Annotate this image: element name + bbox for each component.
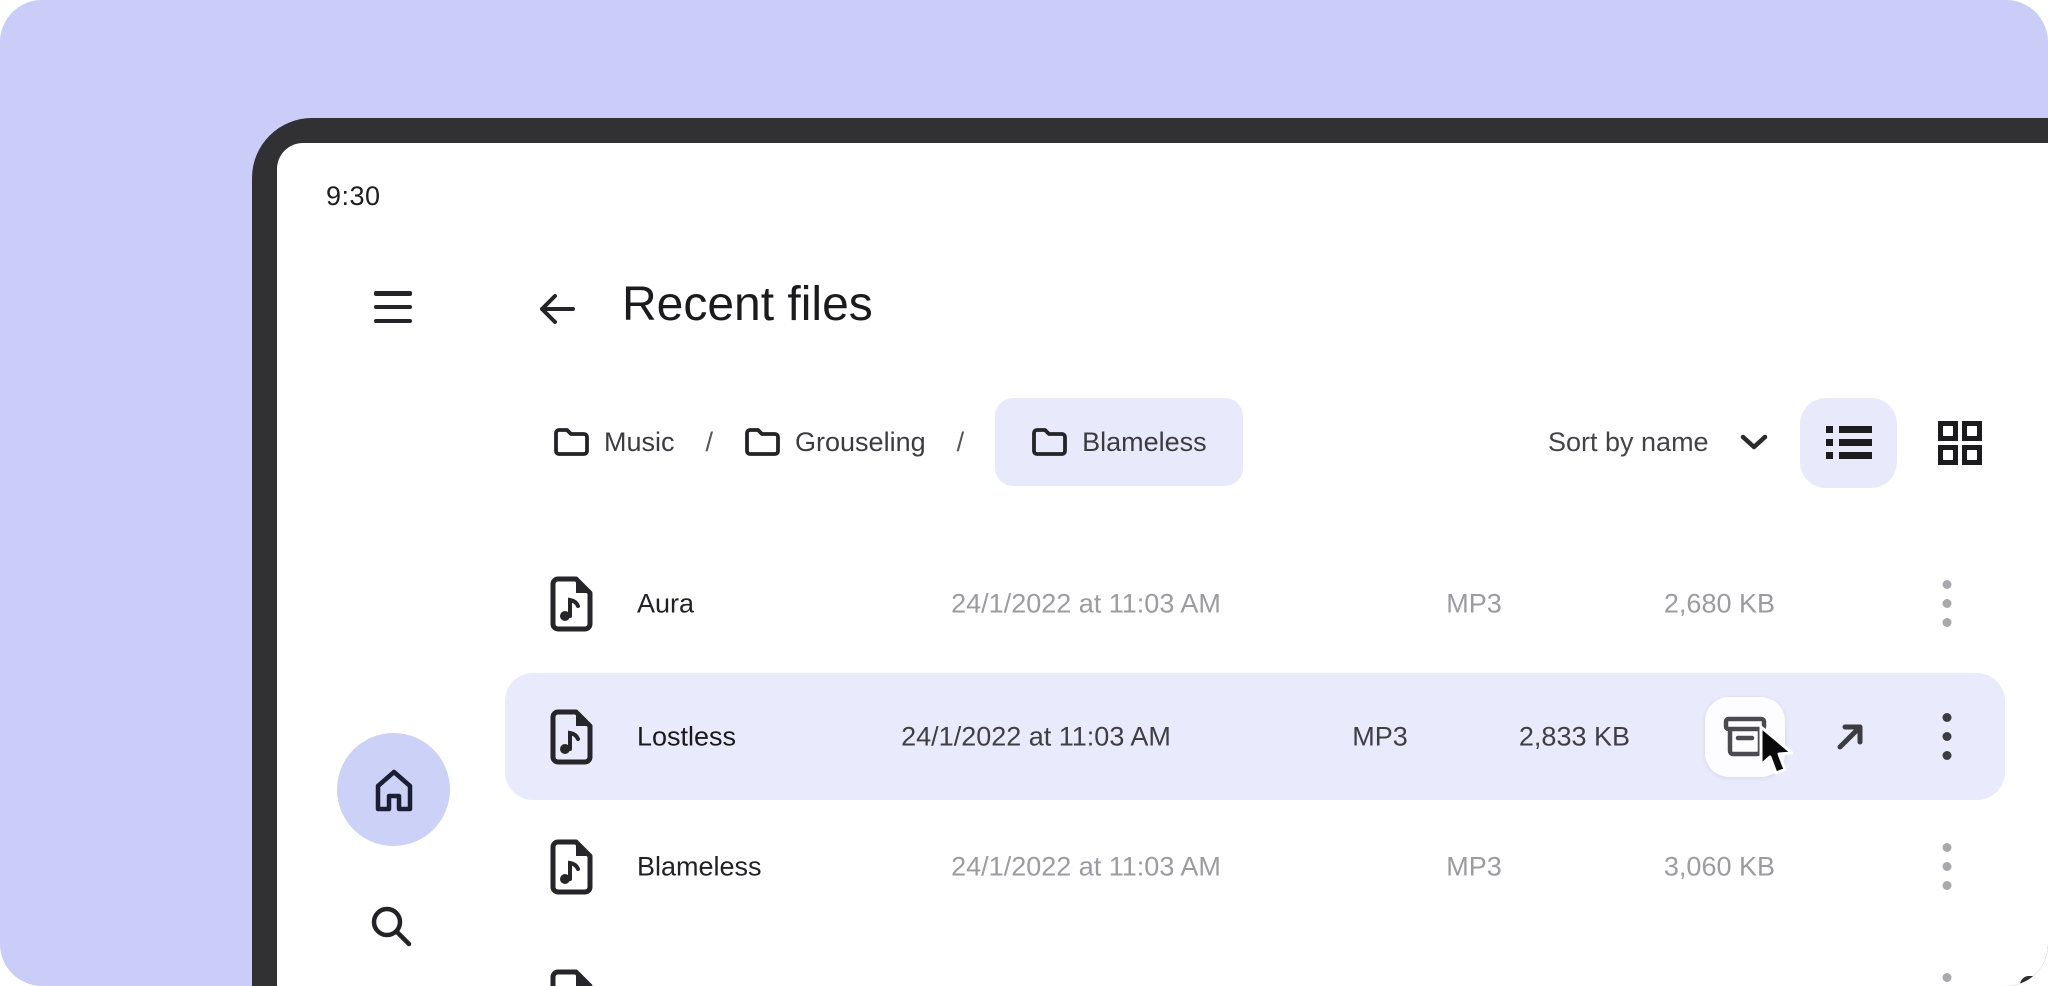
back-arrow-icon bbox=[535, 287, 579, 331]
nav-search-button[interactable] bbox=[368, 903, 414, 949]
list-view-icon bbox=[1826, 424, 1872, 462]
bottom-right-partial-element bbox=[2020, 976, 2048, 986]
file-row[interactable]: Back the fut 24/1/2022 at 11:03 AM MP3 2… bbox=[277, 932, 2048, 986]
file-size: 2,833 KB bbox=[1519, 721, 1630, 752]
breadcrumb-item-music[interactable]: Music bbox=[553, 427, 675, 458]
nav-home-button[interactable] bbox=[337, 733, 450, 846]
folder-icon bbox=[744, 427, 780, 457]
breadcrumb-separator: / bbox=[706, 427, 714, 458]
file-type: MP3 bbox=[1446, 982, 1502, 986]
open-file-button[interactable] bbox=[1828, 715, 1872, 759]
page-background: 9:30 Recent files Music / Grouseling / Blame… bbox=[0, 0, 2048, 986]
kebab-menu-icon[interactable] bbox=[1927, 971, 1967, 986]
screenshot-stage: 9:30 Recent files Music / Grouseling / Blame… bbox=[0, 0, 2048, 986]
hamburger-icon[interactable] bbox=[374, 291, 412, 323]
file-size: 2,536 KB bbox=[1664, 982, 1775, 986]
open-in-new-icon bbox=[1832, 719, 1868, 755]
back-button[interactable] bbox=[535, 287, 579, 331]
sort-dropdown[interactable]: Sort by name bbox=[1548, 398, 1771, 486]
file-name: Back the fut bbox=[637, 982, 780, 986]
breadcrumb-label: Music bbox=[604, 427, 675, 458]
breadcrumb: Music / Grouseling / Blameless bbox=[553, 398, 1243, 486]
audio-file-icon bbox=[549, 839, 593, 895]
file-size: 2,680 KB bbox=[1664, 589, 1775, 620]
breadcrumb-item-blameless[interactable]: Blameless bbox=[995, 398, 1243, 486]
breadcrumb-item-grouseling[interactable]: Grouseling bbox=[744, 427, 926, 458]
sort-label: Sort by name bbox=[1548, 427, 1709, 458]
tablet-screen: 9:30 Recent files Music / Grouseling / Blame… bbox=[277, 143, 2048, 986]
archive-icon bbox=[1723, 715, 1767, 759]
status-bar-time: 9:30 bbox=[326, 181, 381, 212]
folder-icon bbox=[1031, 427, 1067, 457]
home-icon bbox=[368, 764, 420, 816]
file-type: MP3 bbox=[1352, 721, 1408, 752]
file-date: 24/1/2022 at 11:03 AM bbox=[951, 589, 1221, 620]
grid-view-button[interactable] bbox=[1938, 421, 1982, 465]
file-row[interactable]: Aura 24/1/2022 at 11:03 AM MP3 2,680 KB bbox=[277, 539, 2048, 669]
chevron-down-icon bbox=[1737, 431, 1771, 453]
file-size: 3,060 KB bbox=[1664, 852, 1775, 883]
audio-file-icon bbox=[549, 576, 593, 632]
breadcrumb-label: Grouseling bbox=[795, 427, 926, 458]
file-type: MP3 bbox=[1446, 589, 1502, 620]
file-row[interactable]: Lostless 24/1/2022 at 11:03 AM MP3 2,833… bbox=[277, 673, 2048, 800]
file-name: Aura bbox=[637, 589, 694, 620]
file-name: Lostless bbox=[637, 721, 736, 752]
list-view-button[interactable] bbox=[1800, 398, 1897, 488]
breadcrumb-separator: / bbox=[957, 427, 965, 458]
kebab-menu-icon[interactable] bbox=[1927, 841, 1967, 893]
kebab-menu-icon[interactable] bbox=[1927, 578, 1967, 630]
audio-file-icon bbox=[549, 969, 593, 986]
file-date: 24/1/2022 at 11:03 AM bbox=[951, 982, 1221, 986]
audio-file-icon bbox=[549, 709, 593, 765]
kebab-menu-icon[interactable] bbox=[1927, 711, 1967, 763]
archive-button[interactable] bbox=[1705, 697, 1785, 777]
file-type: MP3 bbox=[1446, 852, 1502, 883]
file-row[interactable]: Blameless 24/1/2022 at 11:03 AM MP3 3,06… bbox=[277, 802, 2048, 932]
file-date: 24/1/2022 at 11:03 AM bbox=[901, 721, 1171, 752]
grid-view-icon bbox=[1938, 421, 1982, 465]
page-title: Recent files bbox=[622, 277, 873, 332]
search-icon bbox=[368, 903, 414, 949]
folder-icon bbox=[553, 427, 589, 457]
file-date: 24/1/2022 at 11:03 AM bbox=[951, 852, 1221, 883]
file-name: Blameless bbox=[637, 852, 762, 883]
breadcrumb-label: Blameless bbox=[1082, 427, 1207, 458]
